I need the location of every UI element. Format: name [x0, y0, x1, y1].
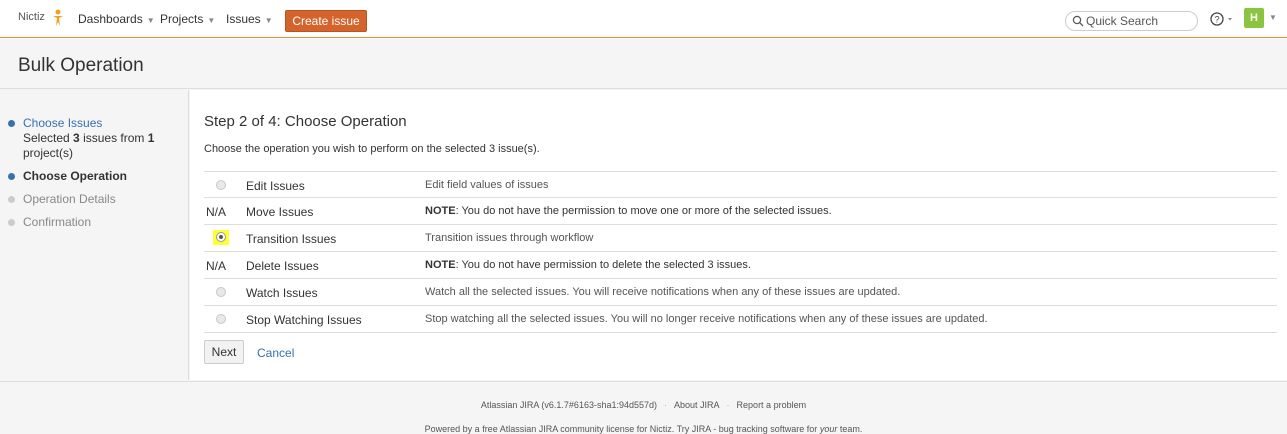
- help-icon[interactable]: ?: [1209, 11, 1235, 27]
- report-problem-link[interactable]: Report a problem: [737, 400, 807, 410]
- create-issue-button[interactable]: Create issue: [285, 10, 367, 32]
- operation-row-watch[interactable]: Watch Issues Watch all the selected issu…: [204, 279, 1277, 306]
- note-label: NOTE: [425, 205, 456, 217]
- powered-text-your: your: [819, 424, 838, 434]
- radio-button[interactable]: [216, 287, 226, 297]
- nav-projects-label: Projects: [160, 12, 204, 26]
- note-label: NOTE: [425, 259, 456, 271]
- project-count: 1: [147, 131, 155, 145]
- operation-description: Transition issues through workflow: [425, 232, 594, 244]
- top-navigation-bar: Nictiz Dashboards ▼ Projects ▼ Issues ▼ Cre…: [0, 0, 1287, 38]
- step-dot-icon: [8, 173, 15, 180]
- radio-dot-icon: [216, 232, 226, 242]
- step-choose-operation-label: Choose Operation: [23, 169, 128, 183]
- note-text: : You do not have permission to delete t…: [455, 259, 751, 271]
- nictiz-logo-icon[interactable]: [52, 9, 64, 27]
- cancel-link[interactable]: Cancel: [257, 346, 294, 360]
- powered-text-a: Powered by a free Atlassian JIRA communi…: [424, 424, 820, 434]
- nav-issues[interactable]: Issues ▼: [226, 12, 273, 26]
- main-content: Step 2 of 4: Choose Operation Choose the…: [190, 90, 1287, 380]
- step-confirmation-label: Confirmation: [23, 215, 92, 229]
- user-avatar[interactable]: H: [1244, 8, 1264, 28]
- radio-button[interactable]: [216, 180, 226, 190]
- not-available-label: N/A: [206, 205, 227, 219]
- operation-row-delete: N/A Delete Issues NOTE: You do not have …: [204, 252, 1277, 279]
- powered-text-b: team.: [837, 424, 863, 434]
- operation-row-move: N/A Move Issues NOTE: You do not have th…: [204, 198, 1277, 225]
- footer-links: Atlassian JIRA (v6.1.7#6163-sha1:94d557d…: [0, 400, 1287, 410]
- step-dot-icon: [8, 219, 15, 226]
- nav-dashboards[interactable]: Dashboards ▼: [78, 12, 155, 26]
- selected-count: 3: [73, 131, 80, 145]
- quick-search[interactable]: [1065, 11, 1198, 31]
- operation-name: Move Issues: [246, 205, 314, 219]
- operation-description: Stop watching all the selected issues. Y…: [425, 313, 988, 325]
- operation-row-stop-watching[interactable]: Stop Watching Issues Stop watching all t…: [204, 306, 1277, 333]
- operation-name: Watch Issues: [246, 286, 318, 300]
- search-input[interactable]: [1086, 14, 1191, 28]
- not-available-label: N/A: [206, 259, 227, 273]
- next-button[interactable]: Next: [204, 340, 244, 364]
- operation-name: Delete Issues: [246, 259, 319, 273]
- footer: Atlassian JIRA (v6.1.7#6163-sha1:94d557d…: [0, 381, 1287, 434]
- operation-description: NOTE: You do not have permission to dele…: [425, 259, 751, 271]
- step-dot-icon: [8, 120, 15, 127]
- nav-issues-label: Issues: [226, 12, 261, 26]
- separator: ·: [726, 400, 730, 410]
- operation-row-edit[interactable]: Edit Issues Edit field values of issues: [204, 171, 1277, 198]
- step-text: Choose Issues Selected 3 issues from 1 p…: [23, 116, 183, 161]
- svg-text:?: ?: [1214, 15, 1219, 25]
- selected-text-a: Selected: [23, 131, 74, 145]
- page-title: Bulk Operation: [18, 55, 144, 76]
- operation-description: Edit field values of issues: [425, 179, 549, 191]
- about-jira-link[interactable]: About JIRA: [674, 400, 720, 410]
- radio-button[interactable]: [216, 314, 226, 324]
- bulk-steps-sidebar: Choose Issues Selected 3 issues from 1 p…: [0, 90, 189, 380]
- step-operation-details-label: Operation Details: [23, 192, 116, 206]
- operation-name: Stop Watching Issues: [246, 313, 362, 327]
- step-title: Step 2 of 4: Choose Operation: [204, 113, 407, 130]
- nav-projects[interactable]: Projects ▼: [160, 12, 215, 26]
- radio-button-selected[interactable]: [213, 230, 229, 245]
- powered-by-text: Powered by a free Atlassian JIRA communi…: [0, 424, 1287, 434]
- operation-name: Transition Issues: [246, 232, 337, 246]
- selected-text-b: issues from: [79, 131, 148, 145]
- step-dot-icon: [8, 196, 15, 203]
- operation-description: Watch all the selected issues. You will …: [425, 286, 901, 298]
- nav-dashboards-label: Dashboards: [78, 12, 143, 26]
- page-header: Bulk Operation: [0, 39, 1287, 89]
- operation-description: NOTE: You do not have the permission to …: [425, 205, 832, 217]
- operation-name: Edit Issues: [246, 179, 305, 193]
- version-text: Atlassian JIRA (v6.1.7#6163-sha1:94d557d…: [480, 400, 658, 410]
- chevron-down-icon: ▼: [207, 16, 216, 25]
- step-description: Choose the operation you wish to perform…: [204, 143, 540, 155]
- brand-name[interactable]: Nictiz: [18, 11, 45, 23]
- chevron-down-icon[interactable]: ▼: [1269, 13, 1277, 22]
- chevron-down-icon: ▼: [146, 16, 155, 25]
- chevron-down-icon: ▼: [264, 16, 273, 25]
- note-text: : You do not have the permission to move…: [455, 205, 832, 217]
- choose-issues-link[interactable]: Choose Issues: [23, 116, 102, 130]
- separator: ·: [664, 400, 668, 410]
- search-icon: [1072, 15, 1084, 27]
- operation-row-transition[interactable]: Transition Issues Transition issues thro…: [204, 225, 1277, 252]
- selected-text-c: project(s): [23, 146, 74, 160]
